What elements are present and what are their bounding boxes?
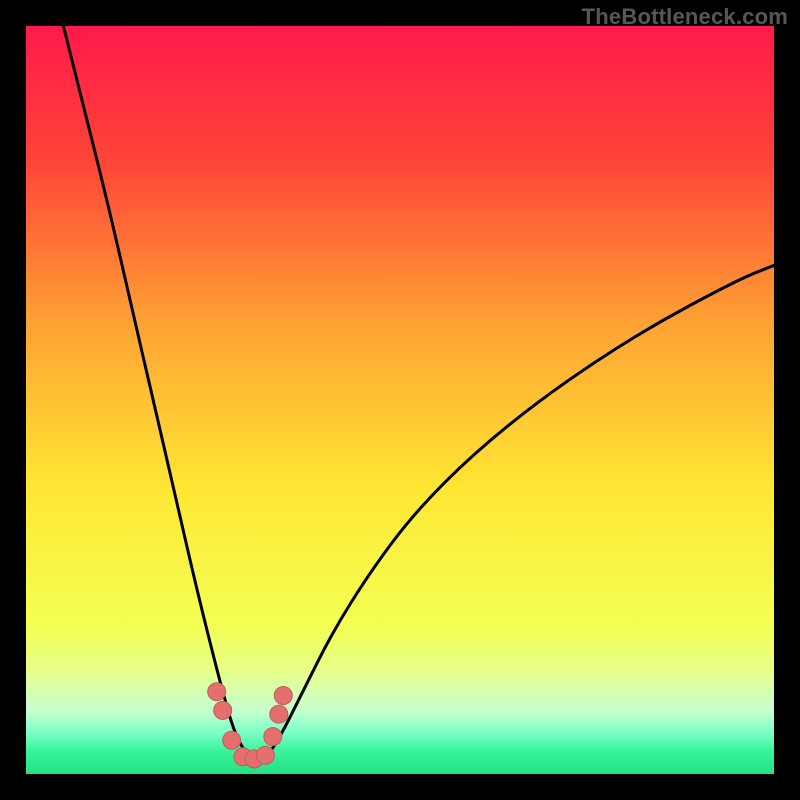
highlight-marker — [256, 746, 274, 764]
outer-frame: TheBottleneck.com — [0, 0, 800, 800]
highlight-marker — [264, 728, 282, 746]
highlight-marker — [214, 701, 232, 719]
watermark-text: TheBottleneck.com — [582, 4, 788, 30]
highlight-marker — [274, 687, 292, 705]
highlight-marker — [270, 705, 288, 723]
bottleneck-curve — [63, 26, 774, 759]
chart-svg — [26, 26, 774, 774]
highlight-marker — [208, 683, 226, 701]
plot-area — [26, 26, 774, 774]
highlight-marker — [223, 731, 241, 749]
